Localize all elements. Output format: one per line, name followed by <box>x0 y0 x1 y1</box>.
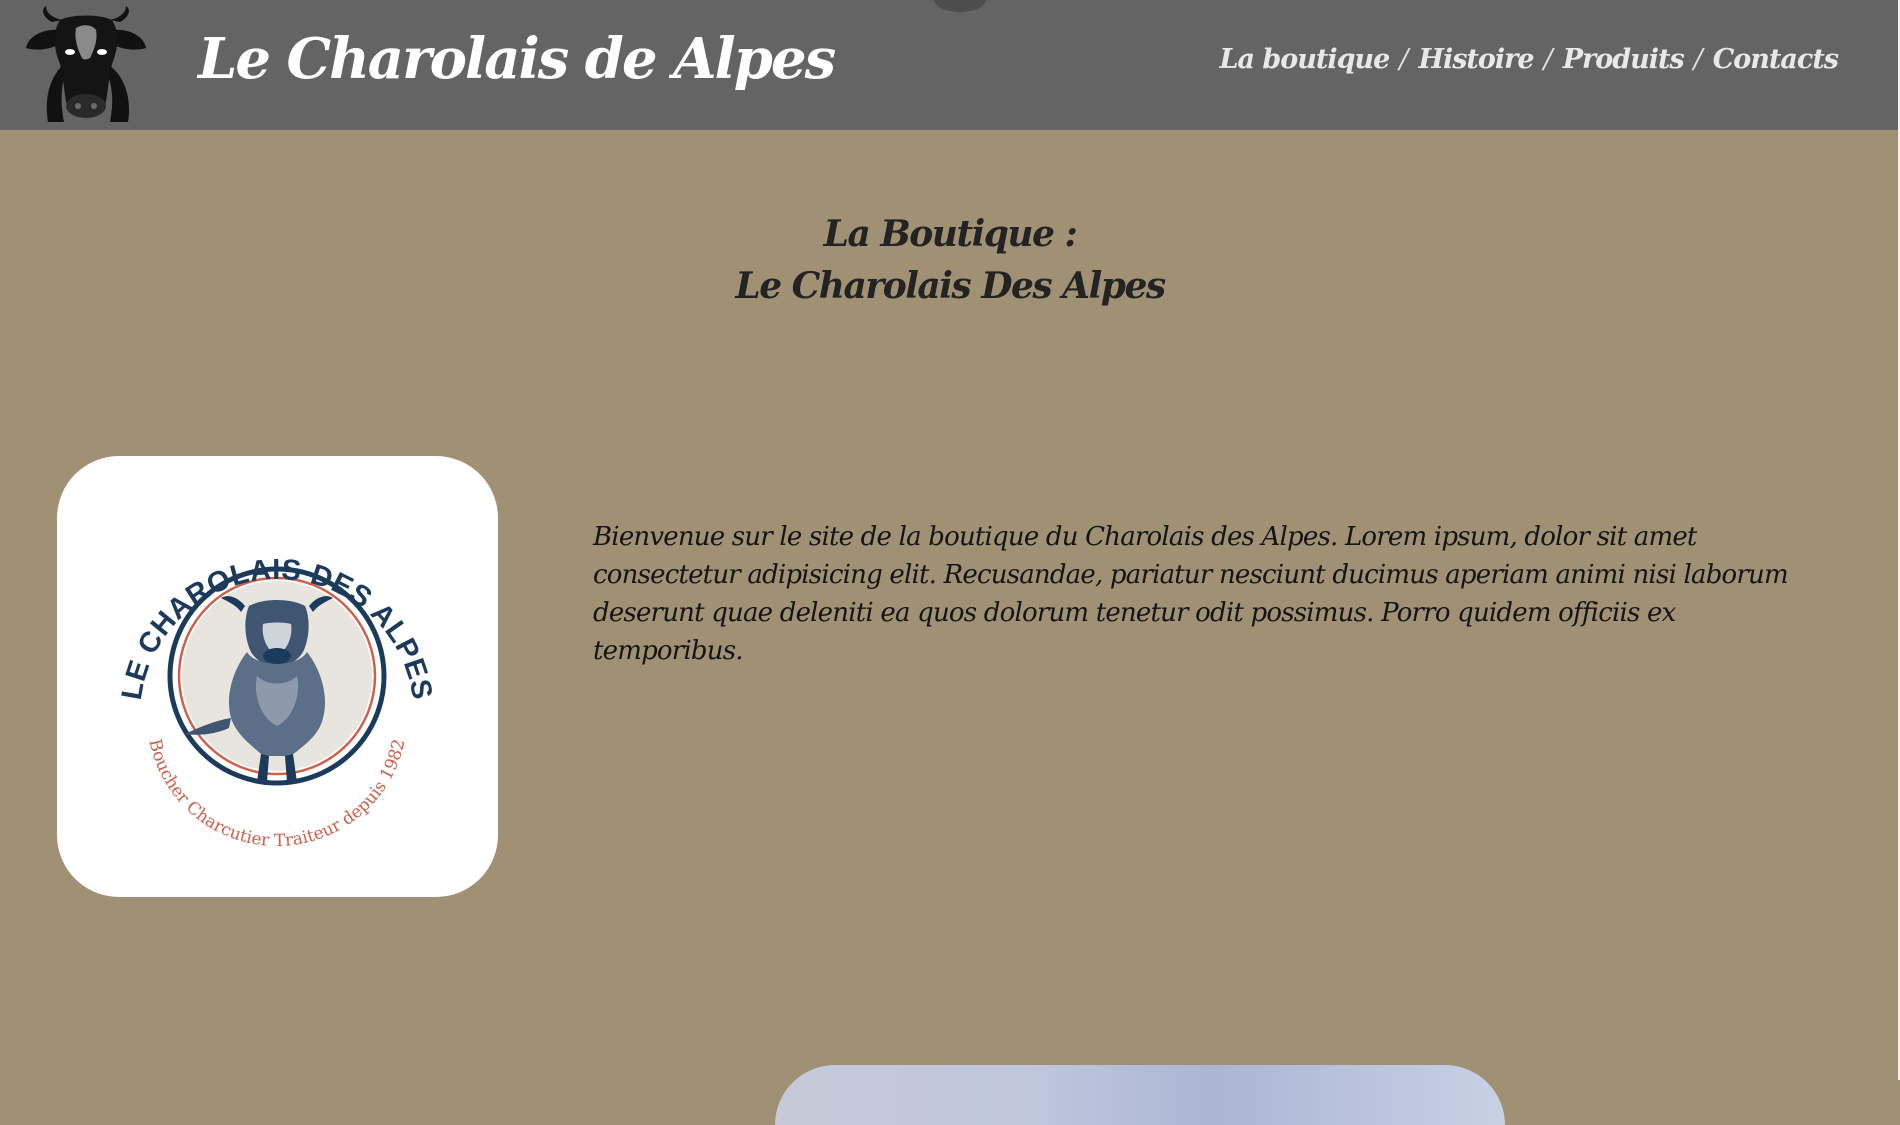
nav-contacts[interactable]: Contacts <box>1713 44 1839 75</box>
nav-separator: / <box>1693 44 1703 75</box>
nav-produits[interactable]: Produits <box>1563 44 1685 75</box>
nav-la-boutique[interactable]: La boutique <box>1220 44 1391 75</box>
nav-separator: / <box>1399 44 1409 75</box>
main-nav: La boutique / Histoire / Produits / Cont… <box>1220 44 1839 75</box>
next-section-image <box>775 1065 1505 1125</box>
intro-text: Bienvenue sur le site de la boutique du … <box>593 522 1789 666</box>
cow-head-icon[interactable] <box>24 6 148 124</box>
page-title: La Boutique : Le Charolais Des Alpes <box>600 208 1300 312</box>
site-title[interactable]: Le Charolais de Alpes <box>198 26 836 92</box>
nav-histoire[interactable]: Histoire <box>1418 44 1534 75</box>
scroll-top-notch[interactable] <box>934 0 986 12</box>
nav-separator: / <box>1543 44 1553 75</box>
site-header: Le Charolais de Alpes La boutique / Hist… <box>0 0 1898 130</box>
brand-logo-emblem: LE CHAROLAIS DES ALPES Boucher Charcutie… <box>116 554 438 851</box>
brand-logo-card: LE CHAROLAIS DES ALPES Boucher Charcutie… <box>57 456 498 897</box>
page-title-line2: Le Charolais Des Alpes <box>735 265 1166 308</box>
page-title-line1: La Boutique : <box>823 213 1078 256</box>
